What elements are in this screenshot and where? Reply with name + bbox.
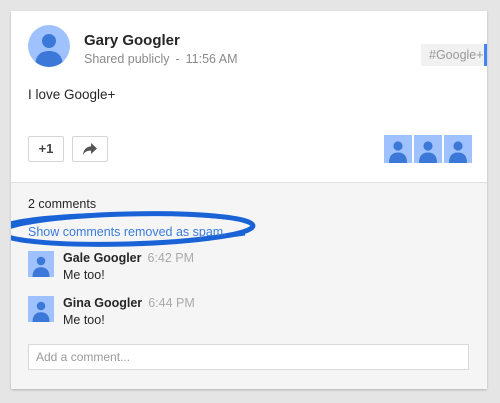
- author-name[interactable]: Gary Googler: [84, 32, 180, 49]
- comment-time[interactable]: 6:42 PM: [148, 251, 195, 265]
- person-icon: [32, 301, 50, 322]
- post-header-area: Gary Googler Shared publicly -11:56 AM #G…: [11, 11, 487, 182]
- share-arrow-icon: [83, 143, 97, 155]
- plus-one-button[interactable]: +1: [28, 136, 64, 162]
- visibility-label[interactable]: Shared publicly: [84, 52, 169, 66]
- commenter-avatar[interactable]: [28, 251, 54, 277]
- post-time[interactable]: 11:56 AM: [186, 52, 238, 66]
- share-button[interactable]: [72, 136, 108, 162]
- commenter-name-text[interactable]: Gale Googler: [63, 251, 142, 265]
- comment-text: Me too!: [63, 268, 105, 282]
- person-icon: [32, 256, 50, 277]
- hashtag-badge[interactable]: #Google+: [421, 44, 487, 66]
- commenter-name: Gale Googler 6:42 PM: [63, 251, 194, 265]
- comment-text: Me too!: [63, 313, 105, 327]
- plusoner-avatar[interactable]: [444, 135, 472, 163]
- plusoner-avatar[interactable]: [414, 135, 442, 163]
- person-icon: [449, 141, 467, 163]
- commenter-avatar[interactable]: [28, 296, 54, 322]
- author-avatar[interactable]: [28, 25, 70, 67]
- show-spam-comments-link[interactable]: Show comments removed as spam.: [28, 225, 227, 239]
- commenter-name: Gina Googler 6:44 PM: [63, 296, 195, 310]
- meta-separator: -: [175, 52, 180, 66]
- comment-time[interactable]: 6:44 PM: [148, 296, 195, 310]
- post-card: Gary Googler Shared publicly -11:56 AM #G…: [11, 11, 487, 389]
- person-icon: [389, 141, 407, 163]
- plusoner-avatar[interactable]: [384, 135, 412, 163]
- person-icon: [419, 141, 437, 163]
- person-icon: [35, 34, 63, 67]
- post-text: I love Google+: [28, 87, 116, 102]
- add-comment-input[interactable]: Add a comment...: [28, 344, 469, 370]
- commenter-name-text[interactable]: Gina Googler: [63, 296, 142, 310]
- post-meta: Shared publicly -11:56 AM: [84, 52, 238, 66]
